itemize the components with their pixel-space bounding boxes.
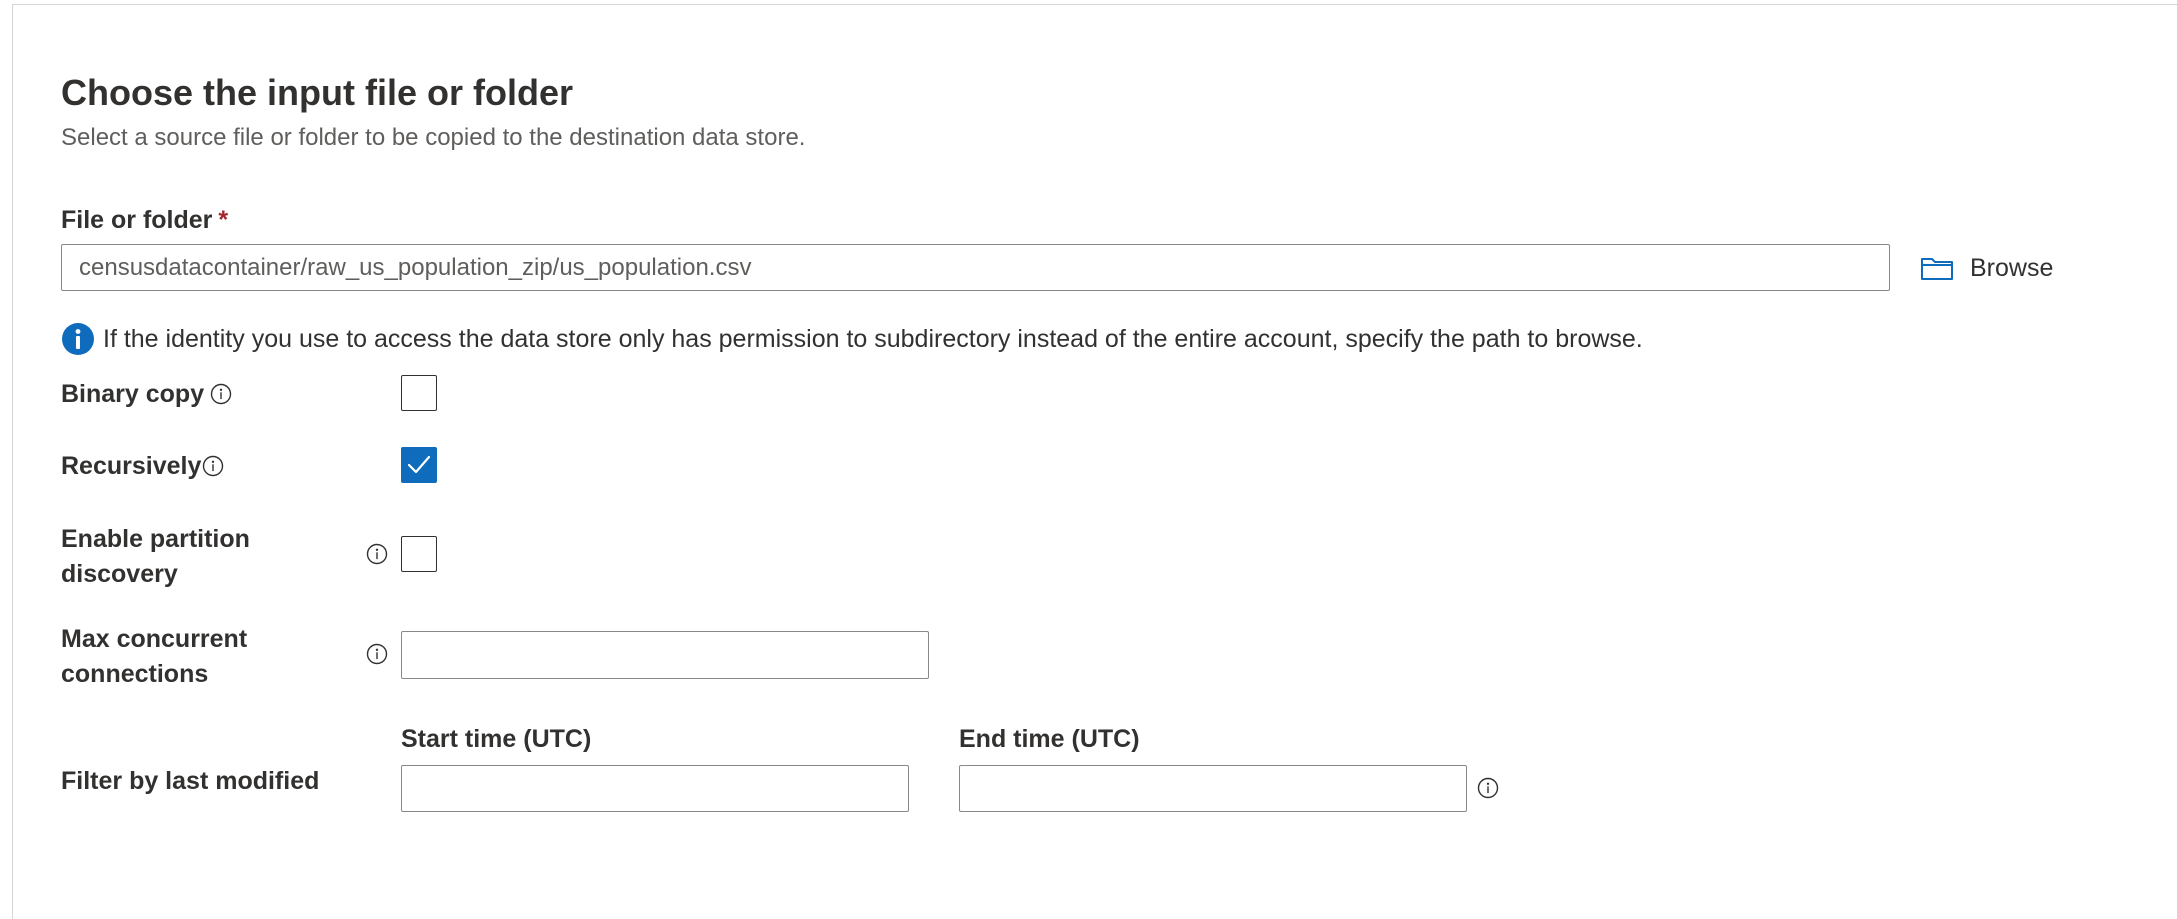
end-time-label: End time (UTC) (959, 725, 1140, 753)
max-concurrent-connections-label: Max concurrent connections (61, 625, 248, 688)
browse-button-label: Browse (1970, 253, 2054, 282)
start-time-input[interactable] (401, 765, 909, 812)
file-or-folder-label-text: File or folder (61, 206, 213, 234)
page-subtitle: Select a source file or folder to be cop… (61, 124, 806, 151)
binary-copy-label: Binary copy (61, 380, 205, 408)
info-icon[interactable] (1477, 777, 1499, 799)
binary-copy-checkbox[interactable] (401, 375, 437, 411)
page-title: Choose the input file or folder (61, 72, 573, 113)
filter-by-last-modified-label: Filter by last modified (61, 767, 320, 795)
end-time-input[interactable] (959, 765, 1467, 812)
info-filled-icon (62, 323, 94, 355)
recursively-checkbox[interactable] (401, 447, 437, 483)
partition-discovery-label: Enable partition discovery (61, 525, 250, 588)
info-icon[interactable] (366, 543, 388, 565)
info-icon[interactable] (366, 643, 388, 665)
info-banner: If the identity you use to access the da… (61, 322, 1643, 356)
panel-left-border (12, 4, 13, 919)
info-icon[interactable] (202, 455, 224, 477)
start-time-label: Start time (UTC) (401, 725, 592, 753)
folder-icon (1921, 258, 1953, 280)
info-icon[interactable] (210, 383, 232, 405)
recursively-label: Recursively (61, 452, 202, 480)
checkmark-icon (407, 455, 431, 474)
file-or-folder-input[interactable] (61, 244, 1890, 291)
panel-top-border (12, 4, 2177, 5)
partition-discovery-checkbox[interactable] (401, 536, 437, 572)
file-or-folder-label: File or folder * (61, 206, 228, 235)
required-marker: * (218, 206, 229, 234)
max-concurrent-connections-input[interactable] (401, 631, 929, 679)
info-banner-text: If the identity you use to access the da… (103, 324, 1643, 353)
browse-button[interactable]: Browse (1920, 250, 2053, 286)
